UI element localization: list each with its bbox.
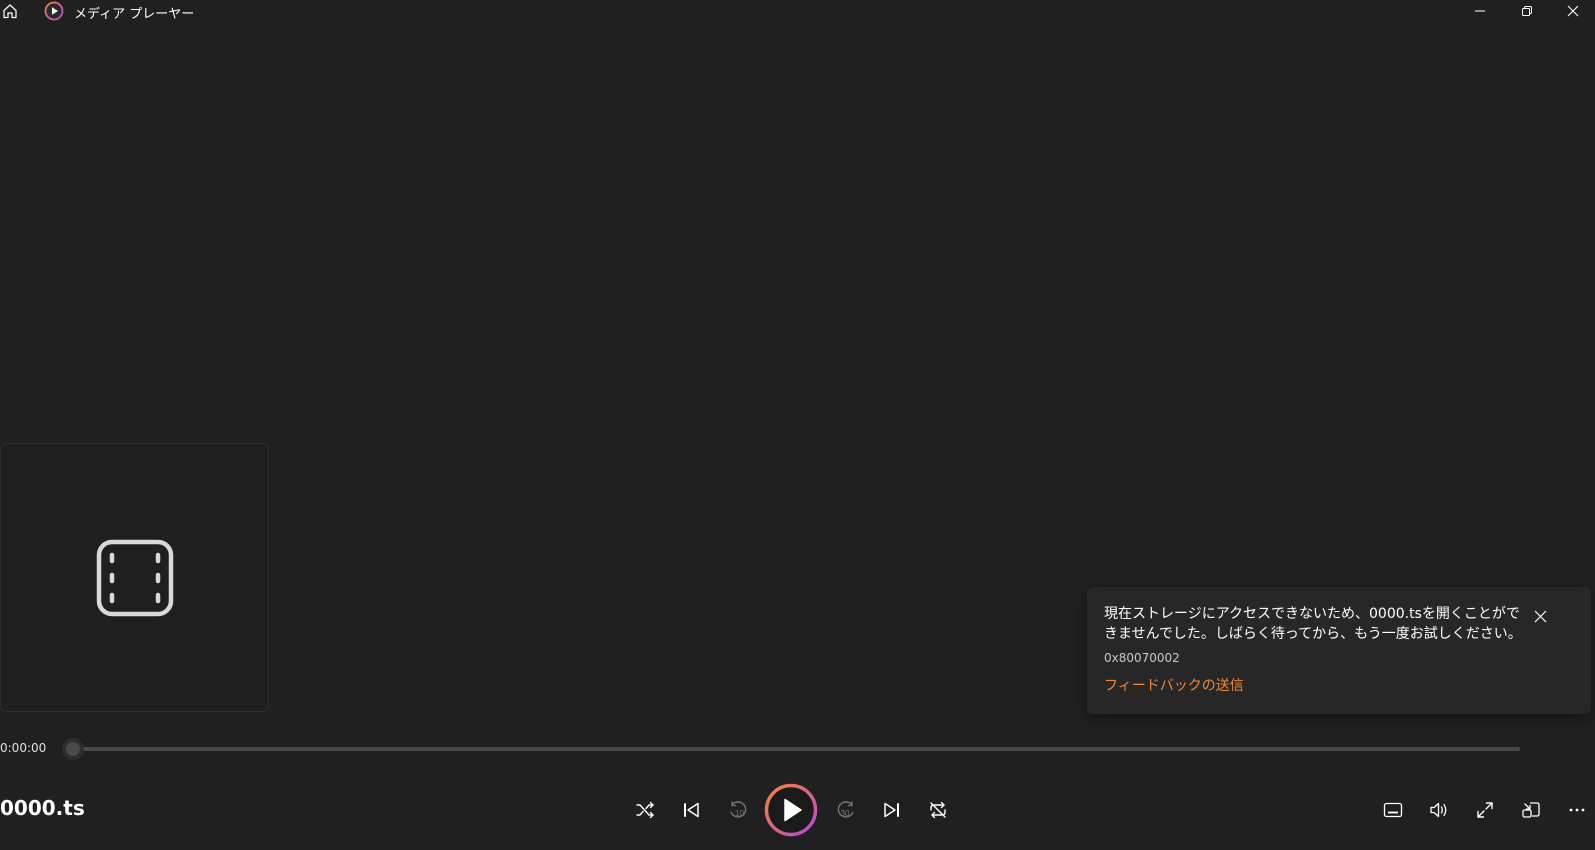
fullscreen-button[interactable] xyxy=(1467,792,1503,828)
previous-button[interactable] xyxy=(673,792,709,828)
fullscreen-icon xyxy=(1477,802,1493,818)
media-title: 0000.ts xyxy=(0,796,85,820)
error-notification: 現在ストレージにアクセスできないため、0000.tsを開くことができませんでした… xyxy=(1087,587,1591,714)
skip-back-10-icon: 10 xyxy=(730,801,747,818)
skip-back-button[interactable]: 10 xyxy=(720,792,756,828)
more-options-button[interactable] xyxy=(1559,792,1595,828)
previous-icon xyxy=(684,802,699,818)
skip-back-seconds: 10 xyxy=(735,809,744,818)
media-player-logo xyxy=(44,1,64,21)
title-bar: メディア プレーヤー xyxy=(0,0,1595,22)
film-icon xyxy=(96,539,173,616)
next-icon xyxy=(884,802,899,818)
media-thumbnail xyxy=(0,443,269,712)
home-button[interactable] xyxy=(0,0,20,22)
mini-player-button[interactable] xyxy=(1513,792,1549,828)
app-title: メディア プレーヤー xyxy=(74,7,195,22)
next-button[interactable] xyxy=(874,792,910,828)
skip-forward-button[interactable]: 30 xyxy=(828,792,864,828)
shuffle-icon xyxy=(636,801,654,819)
error-message: 現在ストレージにアクセスできないため、0000.tsを開くことができませんでした… xyxy=(1104,606,1522,642)
skip-forward-seconds: 30 xyxy=(841,809,850,818)
volume-icon xyxy=(1430,802,1447,818)
repeat-off-icon xyxy=(930,801,946,819)
current-time: 0:00:00 xyxy=(0,741,47,755)
send-feedback-link[interactable]: フィードバックの送信 xyxy=(1104,675,1244,695)
subtitles-button[interactable] xyxy=(1375,792,1411,828)
seek-bar[interactable] xyxy=(73,747,1520,751)
play-icon xyxy=(764,783,818,837)
restore-button[interactable] xyxy=(1505,0,1549,22)
close-icon xyxy=(1567,5,1579,17)
error-code: 0x80070002 xyxy=(1104,651,1180,665)
play-button[interactable] xyxy=(764,783,818,837)
mini-player-icon xyxy=(1522,802,1540,818)
seek-thumb[interactable] xyxy=(62,738,84,760)
restore-icon xyxy=(1522,6,1532,16)
volume-button[interactable] xyxy=(1421,792,1457,828)
close-window-button[interactable] xyxy=(1551,0,1595,22)
repeat-button[interactable] xyxy=(920,792,956,828)
shuffle-button[interactable] xyxy=(627,792,663,828)
close-icon xyxy=(1534,610,1546,622)
skip-forward-30-icon: 30 xyxy=(837,801,854,818)
minimize-button[interactable] xyxy=(1458,0,1502,22)
notification-close-button[interactable] xyxy=(1527,603,1553,629)
home-icon xyxy=(3,4,17,19)
minimize-icon xyxy=(1475,10,1485,12)
more-icon xyxy=(1569,808,1585,812)
subtitles-icon xyxy=(1383,802,1403,818)
